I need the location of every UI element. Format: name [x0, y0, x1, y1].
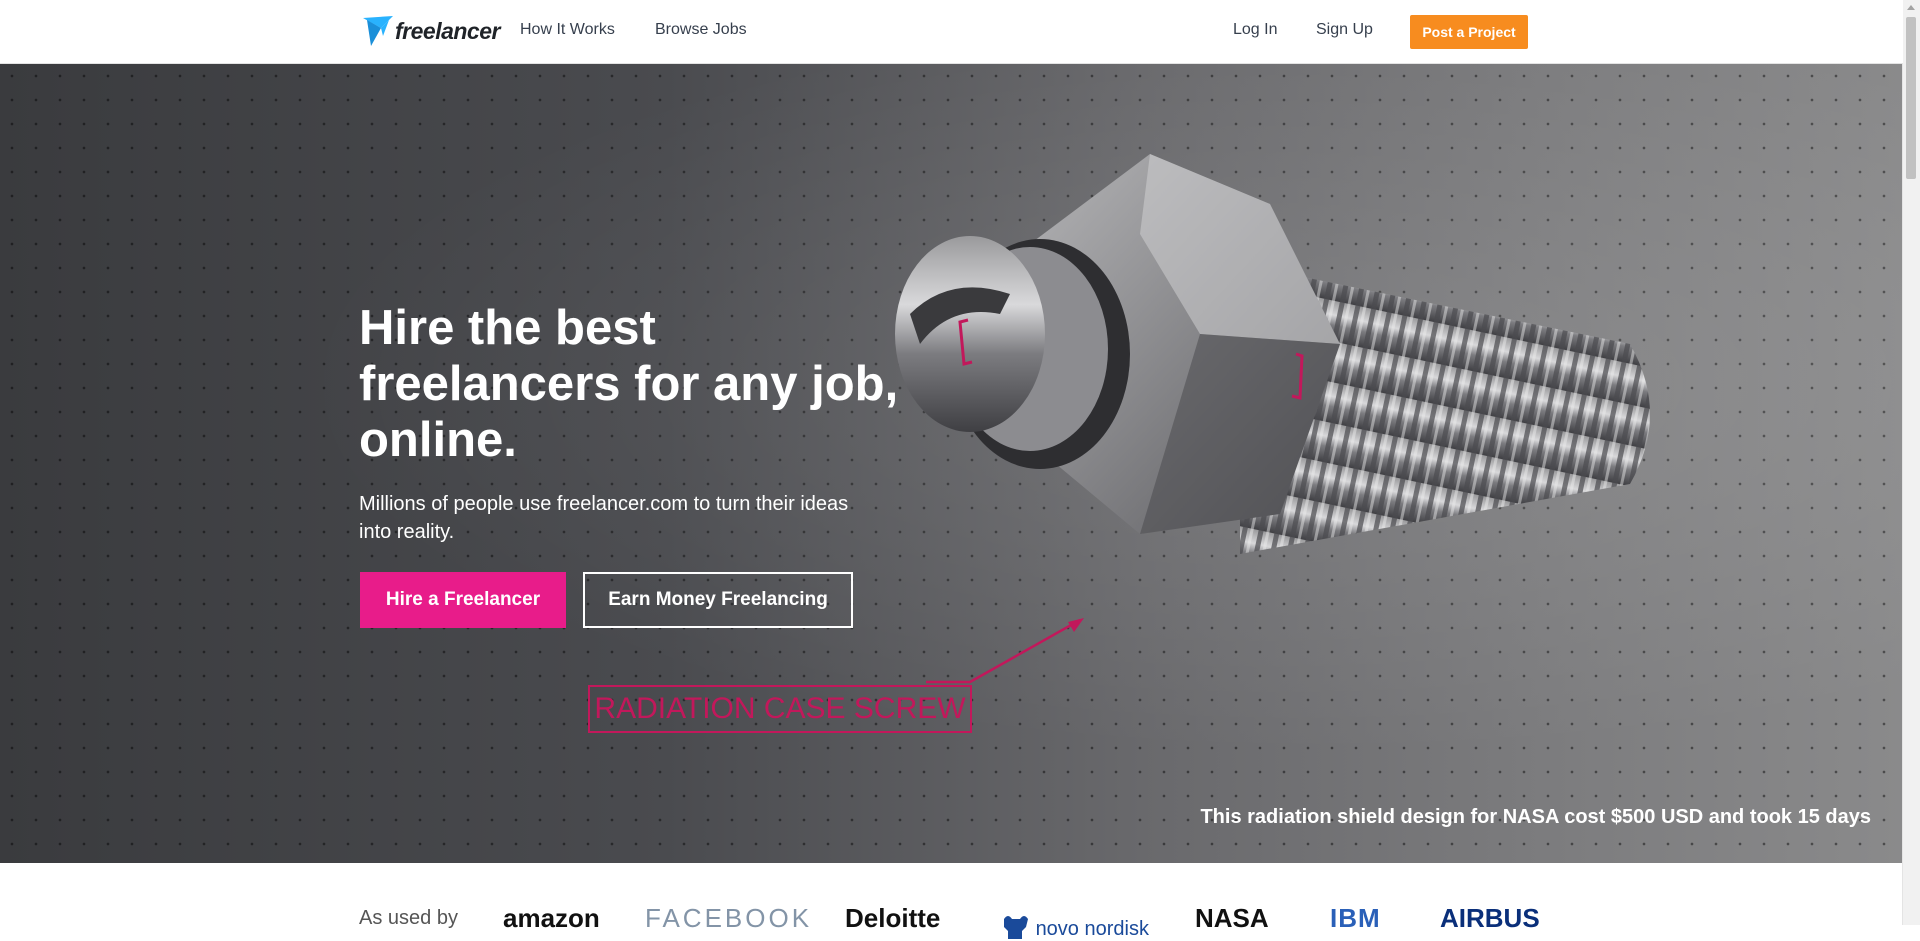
ibm-logo: IBM — [1330, 903, 1381, 933]
facebook-logo: FACEBOOK — [645, 903, 813, 933]
hire-freelancer-button[interactable]: Hire a Freelancer — [360, 572, 566, 628]
hero-section: Hire the best freelancers for any job, o… — [0, 64, 1903, 863]
signup-link[interactable]: Sign Up — [1316, 21, 1373, 39]
hero-subline: Millions of people use freelancer.com to… — [359, 493, 849, 543]
top-navigation: freelancer How It Works Browse Jobs Log … — [0, 0, 1903, 64]
radiation-screw-label: RADIATION CASE SCREW — [588, 685, 972, 733]
nav-how-it-works[interactable]: How It Works — [520, 21, 615, 39]
amazon-logo: amazon — [503, 903, 600, 933]
scroll-up-arrow-icon[interactable] — [1907, 5, 1915, 10]
hero-headline: Hire the best freelancers for any job, o… — [359, 301, 899, 467]
earn-money-button[interactable]: Earn Money Freelancing — [583, 572, 853, 628]
deloitte-logo: Deloitte — [845, 903, 941, 933]
used-by-strip: As used by amazon FACEBOOK Deloitte novo… — [0, 863, 1903, 940]
airbus-logo: AIRBUS — [1440, 903, 1540, 933]
nav-browse-jobs[interactable]: Browse Jobs — [655, 21, 747, 39]
page-scrollbar[interactable] — [1902, 0, 1920, 925]
post-project-button[interactable]: Post a Project — [1410, 15, 1528, 49]
logo-wordmark: freelancer — [395, 17, 500, 44]
novo-nordisk-logo: novo nordisk — [1000, 913, 1149, 941]
scrollbar-thumb[interactable] — [1906, 17, 1916, 179]
apis-bull-icon — [1004, 916, 1028, 939]
used-by-label: As used by — [359, 907, 458, 929]
freelancer-logo[interactable]: freelancer — [363, 14, 500, 48]
nasa-logo: NASA — [1195, 903, 1269, 933]
bird-icon — [363, 16, 393, 46]
login-link[interactable]: Log In — [1233, 21, 1277, 39]
project-caption: This radiation shield design for NASA co… — [1200, 806, 1871, 828]
